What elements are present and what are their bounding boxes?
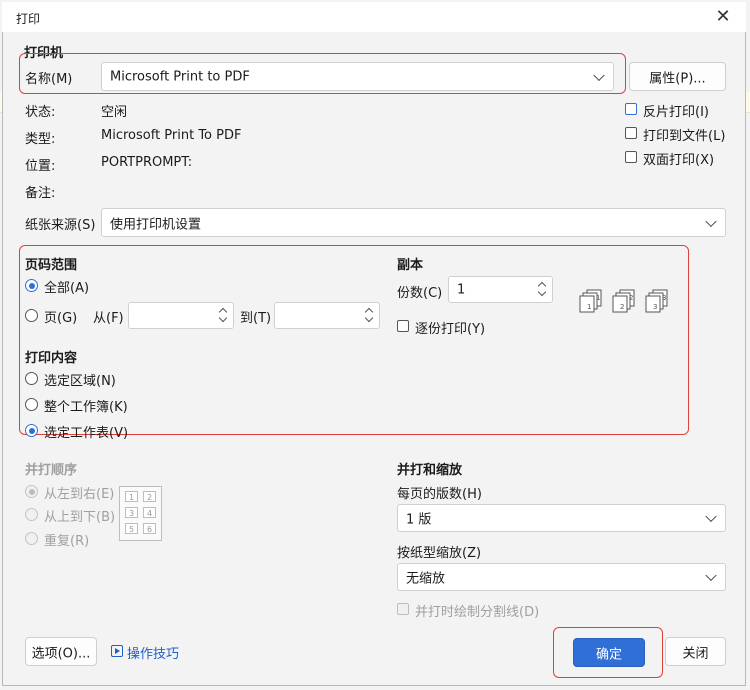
print-content-title: 打印内容 — [25, 351, 78, 366]
copies-value: 1 — [457, 282, 466, 297]
type-label: 类型: — [25, 132, 56, 147]
order-left-right-radio[interactable] — [25, 485, 38, 498]
draw-lines-label: 并打时绘制分割线(D) — [415, 605, 540, 620]
svg-text:1: 1 — [596, 294, 600, 302]
scale-label: 按纸型缩放(Z) — [397, 546, 482, 561]
comment-label: 备注: — [25, 186, 56, 201]
print-to-file-checkbox[interactable] — [625, 127, 637, 139]
close-icon[interactable]: ✕ — [710, 5, 736, 29]
paper-source-select[interactable]: 使用打印机设置 — [101, 208, 726, 237]
copies-stepper[interactable]: 1 — [448, 276, 553, 303]
copies-title: 副本 — [397, 258, 424, 273]
content-sheet-radio[interactable] — [25, 424, 38, 437]
chevron-down-icon — [593, 69, 605, 81]
printer-name-value: Microsoft Print to PDF — [110, 69, 250, 84]
merge-scale-title: 并打和缩放 — [397, 463, 463, 478]
draw-lines-checkbox[interactable] — [397, 603, 409, 615]
chevron-down-icon — [705, 510, 717, 523]
collate-pages-icon: 11 — [579, 289, 602, 313]
paper-source-label: 纸张来源(S) — [25, 218, 96, 233]
svg-text:2: 2 — [629, 294, 633, 302]
properties-button[interactable]: 属性(P)... — [629, 62, 726, 91]
order-repeat-label: 重复(R) — [44, 534, 90, 549]
chevron-down-icon[interactable] — [218, 313, 228, 323]
collate-pages-icon: 22 — [612, 289, 635, 313]
tips-link[interactable]: 操作技巧 — [127, 643, 179, 662]
chevron-down-icon[interactable] — [364, 313, 374, 323]
order-preview-grid: 1 2 3 4 5 6 — [119, 486, 162, 541]
mirror-print-label: 反片打印(I) — [643, 105, 709, 120]
svg-text:2: 2 — [620, 303, 624, 311]
ok-button[interactable]: 确定 — [573, 638, 645, 667]
content-sheet-label: 选定工作表(V) — [44, 426, 129, 441]
scale-value: 无缩放 — [406, 571, 446, 587]
content-selection-label: 选定区域(N) — [44, 374, 116, 389]
content-workbook-label: 整个工作簿(K) — [44, 400, 128, 415]
chevron-down-icon — [705, 569, 717, 582]
order-top-bottom-label: 从上到下(B) — [44, 510, 116, 525]
print-order-title: 并打顺序 — [25, 463, 78, 478]
svg-text:3: 3 — [653, 303, 657, 311]
play-tips-icon[interactable] — [111, 645, 123, 657]
location-value: PORTPROMPT: — [101, 155, 193, 170]
svg-text:1: 1 — [587, 303, 591, 311]
range-pages-radio[interactable] — [25, 309, 38, 322]
print-to-file-label: 打印到文件(L) — [643, 129, 726, 144]
chevron-down-icon[interactable] — [537, 287, 547, 297]
scale-select[interactable]: 无缩放 — [397, 563, 726, 591]
window-title: 打印 — [16, 12, 41, 26]
to-label: 到(T) — [240, 311, 272, 326]
paper-source-value: 使用打印机设置 — [110, 217, 202, 232]
from-label: 从(F) — [93, 311, 124, 326]
page-range-title: 页码范围 — [25, 258, 78, 273]
copies-count-label: 份数(C) — [397, 286, 443, 301]
duplex-checkbox[interactable] — [625, 151, 637, 163]
range-all-label: 全部(A) — [44, 281, 90, 296]
status-label: 状态: — [25, 105, 56, 120]
pages-per-sheet-select[interactable]: 1 版 — [397, 504, 726, 532]
status-value: 空闲 — [101, 105, 128, 120]
content-selection-radio[interactable] — [25, 372, 38, 385]
collate-label: 逐份打印(Y) — [415, 322, 486, 337]
chevron-down-icon — [705, 215, 717, 227]
pages-per-sheet-value: 1 版 — [406, 512, 432, 528]
type-value: Microsoft Print To PDF — [101, 128, 242, 143]
range-all-radio[interactable] — [25, 279, 38, 292]
duplex-label: 双面打印(X) — [643, 153, 715, 168]
printer-name-label: 名称(M) — [25, 72, 73, 87]
title-bar: 打印 ✕ — [2, 2, 746, 32]
printer-section-title: 打印机 — [24, 46, 64, 61]
content-workbook-radio[interactable] — [25, 398, 38, 411]
close-button[interactable]: 关闭 — [665, 637, 726, 666]
mirror-print-checkbox[interactable] — [625, 103, 637, 115]
collate-checkbox[interactable] — [397, 320, 409, 332]
order-left-right-label: 从左到右(E) — [44, 487, 115, 502]
order-repeat-radio[interactable] — [25, 532, 38, 545]
to-page-stepper[interactable] — [274, 302, 380, 329]
options-button[interactable]: 选项(O)... — [25, 637, 97, 666]
range-pages-label: 页(G) — [44, 311, 78, 326]
collate-pages-icon: 33 — [645, 289, 668, 313]
pages-per-sheet-label: 每页的版数(H) — [397, 487, 482, 502]
location-label: 位置: — [25, 159, 56, 174]
from-page-stepper[interactable] — [128, 302, 234, 329]
order-top-bottom-radio[interactable] — [25, 508, 38, 521]
printer-name-select[interactable]: Microsoft Print to PDF — [101, 62, 614, 91]
svg-text:3: 3 — [662, 294, 666, 302]
